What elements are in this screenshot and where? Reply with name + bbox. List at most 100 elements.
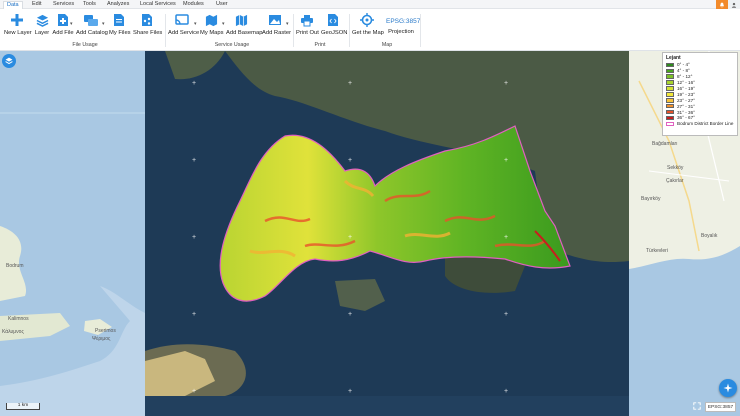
- add-service-button[interactable]: Add Service ▾: [168, 12, 200, 36]
- menu-analyzes[interactable]: Analyzes: [104, 1, 132, 8]
- place-label: Κάλυμνος: [2, 329, 24, 335]
- svg-text:+: +: [192, 157, 196, 164]
- svg-text:+: +: [348, 311, 352, 318]
- legend-label: 19° - 23°: [677, 91, 695, 97]
- legend-swatch: [666, 80, 674, 85]
- printer-icon: [296, 12, 318, 28]
- place-label: Bayırköy: [641, 196, 661, 202]
- add-service-label: Add Service: [168, 30, 200, 36]
- group-file-usage: File Usage: [72, 42, 98, 48]
- map-icon: [200, 12, 222, 28]
- add-raster-button[interactable]: Add Raster ▾: [262, 12, 291, 36]
- menu-edit[interactable]: Edit: [29, 1, 44, 8]
- divider: [293, 14, 294, 47]
- chevron-down-icon: ▾: [286, 21, 289, 27]
- notification-icon[interactable]: [716, 0, 728, 9]
- menu-local-services[interactable]: Local Services: [137, 1, 179, 8]
- legend-label: 4° - 8°: [677, 68, 690, 74]
- my-files-button[interactable]: My Files: [109, 12, 131, 36]
- crosshair-icon: [352, 12, 382, 28]
- menu-services[interactable]: Services: [50, 1, 77, 8]
- add-basemap-label: Add Basemap: [226, 30, 263, 36]
- add-raster-label: Add Raster: [262, 30, 291, 36]
- place-label: Ψέριμος: [92, 336, 111, 342]
- legend-swatch: [666, 74, 674, 79]
- layers-icon: [34, 12, 50, 28]
- group-service-usage: Service Usage: [214, 42, 250, 48]
- svg-text:+: +: [504, 388, 508, 395]
- legend-label: 0° - 4°: [677, 62, 690, 68]
- geojson-button[interactable]: GeoJSON: [321, 12, 348, 36]
- divider: [420, 14, 421, 47]
- add-catalog-button[interactable]: Add Catalog ▾: [76, 12, 108, 36]
- svg-text:+: +: [348, 388, 352, 395]
- svg-text:+: +: [348, 157, 352, 164]
- scale-bar: 1 km: [6, 403, 40, 410]
- share-files-button[interactable]: Share Files: [133, 12, 163, 36]
- layer-button[interactable]: Layer: [34, 12, 50, 36]
- svg-text:+: +: [192, 234, 196, 241]
- legend-label: 23° - 27°: [677, 97, 695, 103]
- place-label: Sekköy: [667, 165, 684, 171]
- code-file-icon: [321, 12, 345, 28]
- projection-button[interactable]: Projection: [388, 27, 414, 35]
- chevron-down-icon: ▾: [222, 21, 225, 27]
- place-label: Pserimos: [95, 328, 116, 334]
- menu-user[interactable]: User: [213, 1, 231, 8]
- user-icon[interactable]: [728, 0, 740, 9]
- my-files-label: My Files: [109, 30, 131, 36]
- menu-tools[interactable]: Tools: [80, 1, 99, 8]
- svg-text:+: +: [348, 234, 352, 241]
- add-basemap-button[interactable]: Add Basemap: [226, 12, 263, 36]
- legend-label: 36° - 67°: [677, 115, 695, 121]
- print-out-button[interactable]: Print Out: [296, 12, 319, 36]
- add-catalog-label: Add Catalog: [76, 30, 108, 36]
- plus-icon: [4, 12, 30, 28]
- share-files-label: Share Files: [133, 30, 163, 36]
- locate-button[interactable]: [719, 379, 737, 397]
- fullscreen-icon[interactable]: [693, 402, 701, 410]
- place-label: Bağdamları: [652, 141, 678, 147]
- layers-panel-button[interactable]: [2, 54, 16, 68]
- image-icon: [262, 12, 288, 28]
- print-out-label: Print Out: [296, 30, 319, 36]
- share-file-icon: [133, 12, 161, 28]
- map-canvas[interactable]: Bodrum Kalimnos Κάλυμνος Pserimos Ψέριμο…: [0, 51, 740, 416]
- chevron-down-icon: ▾: [102, 21, 105, 27]
- get-map-label: Get the Map: [352, 30, 384, 36]
- add-file-label: Add File: [52, 30, 74, 36]
- svg-text:+: +: [192, 388, 196, 395]
- divider: [165, 14, 166, 47]
- my-maps-button[interactable]: My Maps ▾: [200, 12, 225, 36]
- legend-label: 16° - 19°: [677, 86, 695, 91]
- legend-swatch: [666, 109, 674, 115]
- get-map-button[interactable]: Get the Map: [352, 12, 384, 36]
- place-label: Boyalık: [701, 233, 718, 239]
- legend-swatch: [666, 62, 674, 68]
- legend-title: Lejant: [666, 55, 681, 61]
- place-label: Bodrum: [6, 263, 24, 269]
- layers-icon: [5, 57, 13, 65]
- add-file-button[interactable]: Add File ▾: [52, 12, 74, 36]
- geojson-label: GeoJSON: [321, 30, 348, 36]
- menu-modules[interactable]: Modules: [180, 1, 207, 8]
- menu-data[interactable]: Data: [3, 1, 23, 9]
- chevron-down-icon: ▾: [70, 21, 73, 27]
- basemap-left: Bodrum Kalimnos Κάλυμνος Pserimos Ψέριμο…: [0, 51, 145, 416]
- legend-swatch: [666, 121, 674, 127]
- legend-swatch: [666, 98, 674, 103]
- cast-icon: [168, 12, 196, 28]
- ribbon-toolbar: New Layer Layer Add File ▾ Add Catalog ▾…: [0, 9, 740, 51]
- compass-icon: [723, 383, 733, 393]
- menu-bar: Data Edit Services Tools Analyzes Local …: [0, 0, 740, 9]
- svg-text:+: +: [504, 311, 508, 318]
- legend-border-row: Bodrum District Border Line: [666, 121, 734, 127]
- legend-label: 8° - 12°: [677, 74, 693, 80]
- legend-label: 27° - 31°: [677, 103, 695, 109]
- svg-text:+: +: [192, 311, 196, 318]
- place-label: Çakırlar: [666, 178, 684, 184]
- epsg-selector[interactable]: EPSG:3857: [386, 18, 420, 25]
- svg-text:+: +: [504, 80, 508, 87]
- new-layer-button[interactable]: New Layer: [4, 12, 32, 36]
- legend-swatch: [666, 115, 674, 121]
